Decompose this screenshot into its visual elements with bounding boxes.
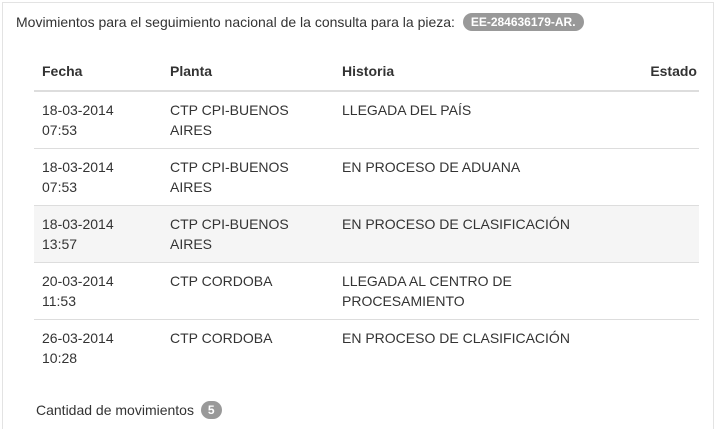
cell-planta-line: CTP CPI-BUENOS bbox=[170, 159, 289, 175]
cell-estado bbox=[638, 205, 699, 263]
cell-planta: CTP CPI-BUENOS AIRES bbox=[162, 148, 334, 206]
cell-planta-line: AIRES bbox=[170, 236, 213, 252]
cell-planta-line: CTP CPI-BUENOS bbox=[170, 216, 289, 232]
table-header-row: Fecha Planta Historia Estado bbox=[34, 52, 699, 92]
cell-planta: CTP CPI-BUENOS AIRES bbox=[162, 91, 334, 149]
cell-planta: CTP CPI-BUENOS AIRES bbox=[162, 205, 334, 263]
cell-fecha-line: 20-03-2014 bbox=[42, 273, 114, 289]
cell-fecha: 18-03-2014 13:57 bbox=[34, 205, 162, 263]
cell-planta: CTP CORDOBA bbox=[162, 319, 334, 376]
cell-fecha-line: 11:53 bbox=[42, 293, 76, 309]
column-header-estado: Estado bbox=[638, 52, 699, 92]
cell-planta-line: CTP CORDOBA bbox=[170, 330, 273, 346]
tracking-heading: Movimientos para el seguimiento nacional… bbox=[16, 13, 584, 31]
column-header-historia: Historia bbox=[334, 52, 638, 92]
cell-fecha: 26-03-2014 10:28 bbox=[34, 319, 162, 376]
cell-estado bbox=[638, 91, 699, 149]
cell-fecha-line: 18-03-2014 bbox=[42, 216, 114, 232]
cell-fecha-line: 10:28 bbox=[42, 350, 78, 366]
cell-historia-line: EN PROCESO DE ADUANA bbox=[342, 159, 521, 175]
cell-estado bbox=[638, 262, 699, 320]
cell-planta-line: CTP CPI-BUENOS bbox=[170, 102, 289, 118]
cell-fecha: 20-03-2014 11:53 bbox=[34, 262, 162, 320]
cell-historia: LLEGADA DEL PAÍS bbox=[334, 91, 638, 149]
movements-table: Fecha Planta Historia Estado 18-03-2014 0… bbox=[34, 52, 699, 376]
cell-historia: LLEGADA AL CENTRO DE PROCESAMIENTO bbox=[334, 262, 638, 320]
cell-historia: EN PROCESO DE ADUANA bbox=[334, 148, 638, 206]
cell-planta-line: AIRES bbox=[170, 179, 213, 195]
cell-historia-line: EN PROCESO DE CLASIFICACIÓN bbox=[342, 216, 570, 232]
cell-estado bbox=[638, 319, 699, 376]
table-row: 26-03-2014 10:28 CTP CORDOBA EN PROCESO DE … bbox=[34, 319, 699, 376]
cell-fecha: 18-03-2014 07:53 bbox=[34, 91, 162, 149]
heading-text: Movimientos para el seguimiento nacional… bbox=[16, 14, 455, 30]
cell-fecha-line: 07:53 bbox=[42, 122, 78, 138]
cell-historia: EN PROCESO DE CLASIFICACIÓN bbox=[334, 319, 638, 376]
column-header-planta: Planta bbox=[162, 52, 334, 92]
cell-fecha-line: 18-03-2014 bbox=[42, 159, 114, 175]
cell-historia-line: PROCESAMIENTO bbox=[342, 293, 465, 309]
cell-fecha-line: 07:53 bbox=[42, 179, 78, 195]
piece-id-badge: EE-284636179-AR. bbox=[462, 13, 584, 31]
cell-planta-line: AIRES bbox=[170, 122, 213, 138]
table-row: 20-03-2014 11:53 CTP CORDOBA LLEGADA AL CEN… bbox=[34, 262, 699, 320]
table-row: 18-03-2014 13:57 CTP CPI-BUENOS AIRES EN PRO… bbox=[34, 205, 699, 263]
cell-historia-line: LLEGADA AL CENTRO DE bbox=[342, 273, 512, 289]
cell-fecha-line: 18-03-2014 bbox=[42, 102, 114, 118]
cell-planta: CTP CORDOBA bbox=[162, 262, 334, 320]
movements-count-badge: 5 bbox=[200, 401, 222, 419]
cell-planta-line: CTP CORDOBA bbox=[170, 273, 273, 289]
cell-fecha-line: 13:57 bbox=[42, 236, 78, 252]
movements-table-wrapper: Fecha Planta Historia Estado 18-03-2014 0… bbox=[34, 52, 699, 376]
table-row: 18-03-2014 07:53 CTP CPI-BUENOS AIRES EN PRO… bbox=[34, 148, 699, 206]
cell-estado bbox=[638, 148, 699, 206]
cell-historia-line: EN PROCESO DE CLASIFICACIÓN bbox=[342, 330, 570, 346]
cell-fecha-line: 26-03-2014 bbox=[42, 330, 114, 346]
column-header-fecha: Fecha bbox=[34, 52, 162, 92]
movements-count: Cantidad de movimientos 5 bbox=[36, 401, 222, 419]
movements-count-label: Cantidad de movimientos bbox=[36, 402, 194, 418]
cell-fecha: 18-03-2014 07:53 bbox=[34, 148, 162, 206]
cell-historia-line: LLEGADA DEL PAÍS bbox=[342, 102, 472, 118]
table-row: 18-03-2014 07:53 CTP CPI-BUENOS AIRES LLEGAD… bbox=[34, 91, 699, 149]
cell-historia: EN PROCESO DE CLASIFICACIÓN bbox=[334, 205, 638, 263]
